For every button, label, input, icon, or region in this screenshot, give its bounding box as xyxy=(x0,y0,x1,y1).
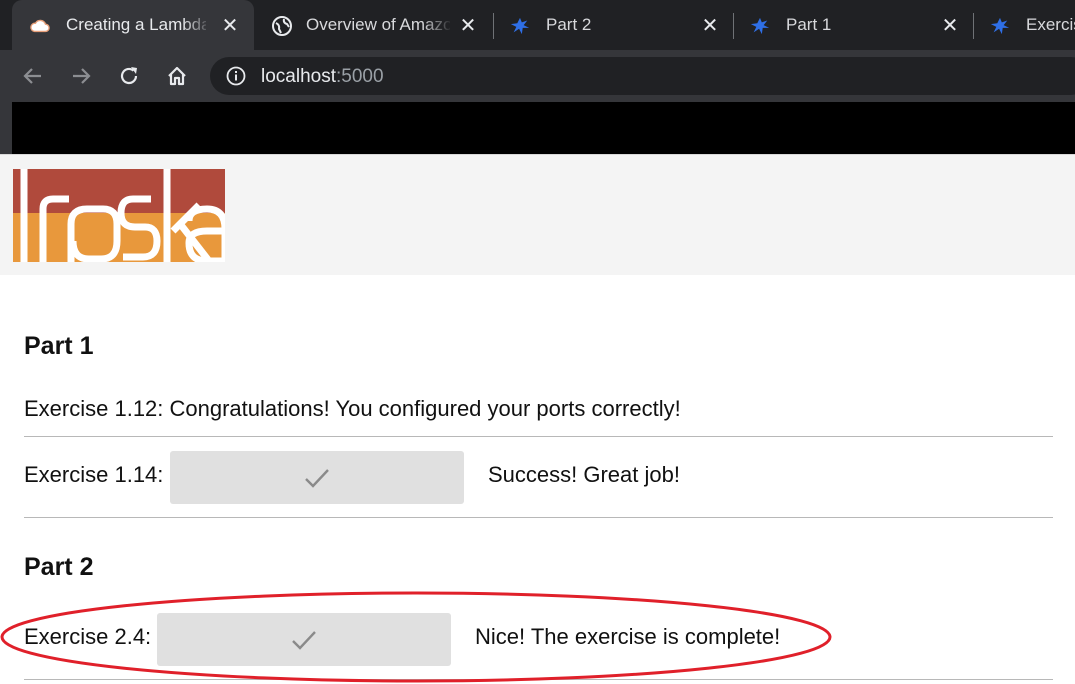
exercise-2-4-check-button[interactable] xyxy=(157,613,451,666)
divider xyxy=(24,517,1053,518)
site-logo[interactable] xyxy=(13,169,225,262)
bug-icon xyxy=(990,16,1010,36)
tab-title: Exercise xyxy=(1026,15,1075,34)
bug-icon xyxy=(750,16,770,36)
tab-part-2[interactable]: Part 2 ✕ xyxy=(494,0,732,50)
section-heading-part-1: Part 1 xyxy=(24,332,94,360)
cloud-icon xyxy=(30,16,50,36)
logo-mark xyxy=(20,169,225,262)
tab-overview-amazon[interactable]: Overview of Amazon ✕ xyxy=(256,0,492,50)
reload-button[interactable] xyxy=(114,61,144,91)
exercise-1-12-text: Exercise 1.12: Congratulations! You conf… xyxy=(24,396,681,421)
back-button[interactable] xyxy=(18,61,48,91)
url-host: localhost xyxy=(261,66,336,87)
address-bar[interactable]: localhost:5000 xyxy=(210,57,1075,95)
divider xyxy=(24,436,1053,437)
tab-exercise[interactable]: Exercise xyxy=(974,0,1075,50)
close-tab-icon[interactable]: ✕ xyxy=(698,13,722,37)
divider xyxy=(24,679,1053,680)
reload-icon xyxy=(120,67,138,85)
checkmark-icon xyxy=(305,468,329,488)
browser-window: Creating a Lambda ✕ Overview of Amazon ✕… xyxy=(0,0,1075,684)
globe-icon xyxy=(272,16,292,36)
page-left-edge xyxy=(0,102,12,154)
tab-part-1[interactable]: Part 1 ✕ xyxy=(734,0,972,50)
page-top-banner xyxy=(12,102,1075,154)
exercise-1-14-label: Exercise 1.14: xyxy=(24,462,164,487)
exercise-2-4-status: Nice! The exercise is complete! xyxy=(475,624,781,649)
url-port: :5000 xyxy=(336,66,384,87)
arrow-right-icon xyxy=(73,68,91,84)
checkmark-icon xyxy=(292,630,316,650)
close-tab-icon[interactable]: ✕ xyxy=(456,13,480,37)
url-text: localhost:5000 xyxy=(261,66,384,88)
arrow-left-icon xyxy=(23,68,41,84)
forward-button[interactable] xyxy=(66,61,96,91)
exercise-1-14-check-button[interactable] xyxy=(170,451,464,504)
home-icon xyxy=(168,66,186,86)
home-button[interactable] xyxy=(162,61,192,91)
info-icon[interactable] xyxy=(226,66,246,86)
tab-title: Part 2 xyxy=(546,15,592,34)
bug-icon xyxy=(510,16,530,36)
browser-toolbar: localhost:5000 xyxy=(0,50,1075,102)
close-tab-icon[interactable]: ✕ xyxy=(218,13,242,37)
exercise-2-4-label: Exercise 2.4: xyxy=(24,624,152,649)
site-header xyxy=(0,154,1075,275)
tab-creating-lambda[interactable]: Creating a Lambda ✕ xyxy=(12,0,254,50)
exercise-1-14-status: Success! Great job! xyxy=(488,462,680,487)
tab-title: Part 1 xyxy=(786,15,832,34)
tab-strip: Creating a Lambda ✕ Overview of Amazon ✕… xyxy=(0,0,1075,50)
close-tab-icon[interactable]: ✕ xyxy=(938,13,962,37)
section-heading-part-2: Part 2 xyxy=(24,553,94,581)
